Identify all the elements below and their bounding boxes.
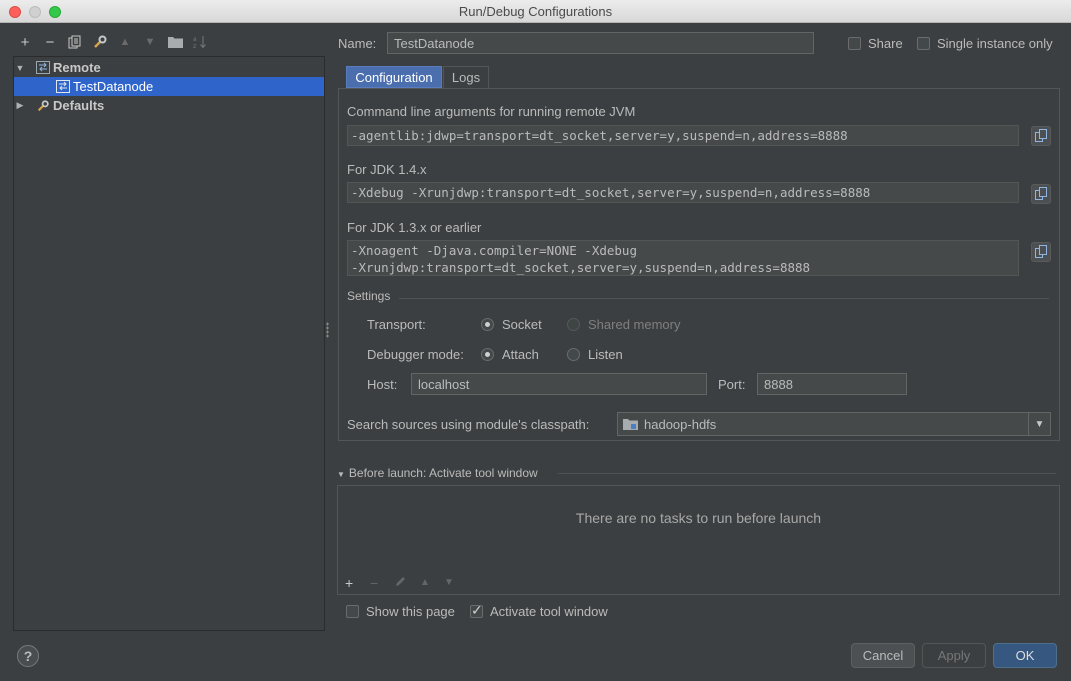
before-launch-separator xyxy=(558,473,1056,474)
debugger-mode-label: Debugger mode: xyxy=(367,347,464,362)
name-label: Name: xyxy=(338,36,377,51)
tree-item-label: TestDatanode xyxy=(73,79,154,94)
copy-icon[interactable] xyxy=(1031,126,1051,146)
svg-text:a: a xyxy=(193,36,197,43)
share-label: Share xyxy=(868,36,903,51)
port-label: Port: xyxy=(718,377,746,392)
edit-task-icon[interactable] xyxy=(394,575,407,591)
title-bar: Run/Debug Configurations xyxy=(0,0,1071,23)
jdk13-label: For JDK 1.3.x or earlier xyxy=(347,220,482,235)
wrench-icon[interactable] xyxy=(91,33,109,51)
splitter-handle[interactable] xyxy=(326,322,329,338)
folder-icon[interactable] xyxy=(166,33,184,51)
jdk13-line: -Xnoagent -Djava.compiler=NONE -Xdebug xyxy=(351,243,637,258)
add-task-icon[interactable]: + xyxy=(345,575,353,591)
activate-tool-window-label: Activate tool window xyxy=(490,604,608,619)
move-task-up-icon[interactable]: ▲ xyxy=(420,577,430,588)
jdk14-field[interactable]: -Xdebug -Xrunjdwp:transport=dt_socket,se… xyxy=(347,182,1019,203)
move-up-icon[interactable]: ▲ xyxy=(116,33,134,51)
remote-debug-icon xyxy=(56,80,70,93)
show-this-page-label: Show this page xyxy=(366,604,455,619)
chevron-down-icon[interactable]: ▼ xyxy=(1028,413,1050,435)
transport-socket-radio[interactable] xyxy=(481,318,494,331)
expanded-arrow-icon: ▼ xyxy=(337,470,345,479)
settings-label: Settings xyxy=(347,289,391,303)
jdk13-line: -Xrunjdwp:transport=dt_socket,server=y,s… xyxy=(351,260,811,275)
activate-tool-window-checkbox[interactable] xyxy=(470,602,483,619)
tree-item-remote[interactable]: ▼ Remote xyxy=(14,58,324,77)
window-title: Run/Debug Configurations xyxy=(458,4,613,19)
apply-button[interactable]: Apply xyxy=(922,643,986,668)
port-field[interactable]: 8888 xyxy=(757,373,907,395)
tree-item-defaults[interactable]: ▶ Defaults xyxy=(14,96,324,115)
collapsed-arrow-icon[interactable]: ▶ xyxy=(14,100,26,111)
classpath-select[interactable]: hadoop-hdfs ▼ xyxy=(617,412,1051,436)
remote-debug-icon xyxy=(36,61,50,74)
transport-shared-memory-radio[interactable] xyxy=(567,318,580,331)
empty-tasks-text: There are no tasks to run before launch xyxy=(575,510,822,526)
copy-icon[interactable] xyxy=(1031,242,1051,262)
mode-listen-label: Listen xyxy=(588,347,623,362)
classpath-label: Search sources using module's classpath: xyxy=(347,417,590,432)
cmd-args-field[interactable]: -agentlib:jdwp=transport=dt_socket,serve… xyxy=(347,125,1019,146)
tree-item-label: Remote xyxy=(53,60,101,75)
before-launch-toggle[interactable]: ▼ Before launch: Activate tool window xyxy=(337,466,538,480)
copy-icon[interactable] xyxy=(1031,184,1051,204)
copy-icon[interactable] xyxy=(66,33,84,51)
remove-icon[interactable]: − xyxy=(41,33,59,51)
tab-configuration[interactable]: Configuration xyxy=(346,66,442,88)
cancel-button[interactable]: Cancel xyxy=(851,643,915,668)
module-folder-icon xyxy=(623,418,638,430)
move-down-icon[interactable]: ▼ xyxy=(141,33,159,51)
tree-item-label: Defaults xyxy=(53,98,105,113)
remove-task-icon[interactable]: − xyxy=(370,575,378,591)
before-launch-title: Before launch: Activate tool window xyxy=(348,466,538,480)
settings-separator xyxy=(399,298,1049,299)
show-this-page-checkbox[interactable] xyxy=(346,605,359,618)
share-checkbox[interactable] xyxy=(848,37,861,50)
single-instance-checkbox[interactable] xyxy=(917,37,930,50)
configuration-tree: ▼ Remote TestDatanode ▶ Defaults xyxy=(13,56,325,631)
expanded-arrow-icon[interactable]: ▼ xyxy=(14,63,26,73)
mode-attach-label: Attach xyxy=(502,347,539,362)
svg-text:z: z xyxy=(193,43,196,49)
sort-icon[interactable]: az xyxy=(191,33,209,51)
tab-logs[interactable]: Logs xyxy=(443,66,489,88)
tree-item-testdatanode[interactable]: TestDatanode xyxy=(14,77,324,96)
host-label: Host: xyxy=(367,377,398,392)
move-task-down-icon[interactable]: ▼ xyxy=(444,577,454,588)
classpath-value: hadoop-hdfs xyxy=(644,416,717,432)
name-field[interactable]: TestDatanode xyxy=(387,32,814,54)
transport-shared-memory-label: Shared memory xyxy=(588,317,681,332)
before-launch-task-list: There are no tasks to run before launch … xyxy=(337,485,1060,595)
single-instance-label: Single instance only xyxy=(937,36,1053,51)
host-field[interactable]: localhost xyxy=(411,373,707,395)
jdk13-field[interactable]: -Xnoagent -Djava.compiler=NONE -Xdebug -… xyxy=(347,240,1019,276)
mode-listen-radio[interactable] xyxy=(567,348,580,361)
ok-button[interactable]: OK xyxy=(993,643,1057,668)
mode-attach-radio[interactable] xyxy=(481,348,494,361)
add-icon[interactable]: + xyxy=(16,33,34,51)
wrench-icon xyxy=(36,99,50,112)
transport-socket-label: Socket xyxy=(502,317,542,332)
configuration-panel: Command line arguments for running remot… xyxy=(338,88,1060,441)
help-button[interactable]: ? xyxy=(17,645,39,667)
cmd-args-label: Command line arguments for running remot… xyxy=(347,104,636,119)
transport-label: Transport: xyxy=(367,317,426,332)
jdk14-label: For JDK 1.4.x xyxy=(347,162,427,177)
